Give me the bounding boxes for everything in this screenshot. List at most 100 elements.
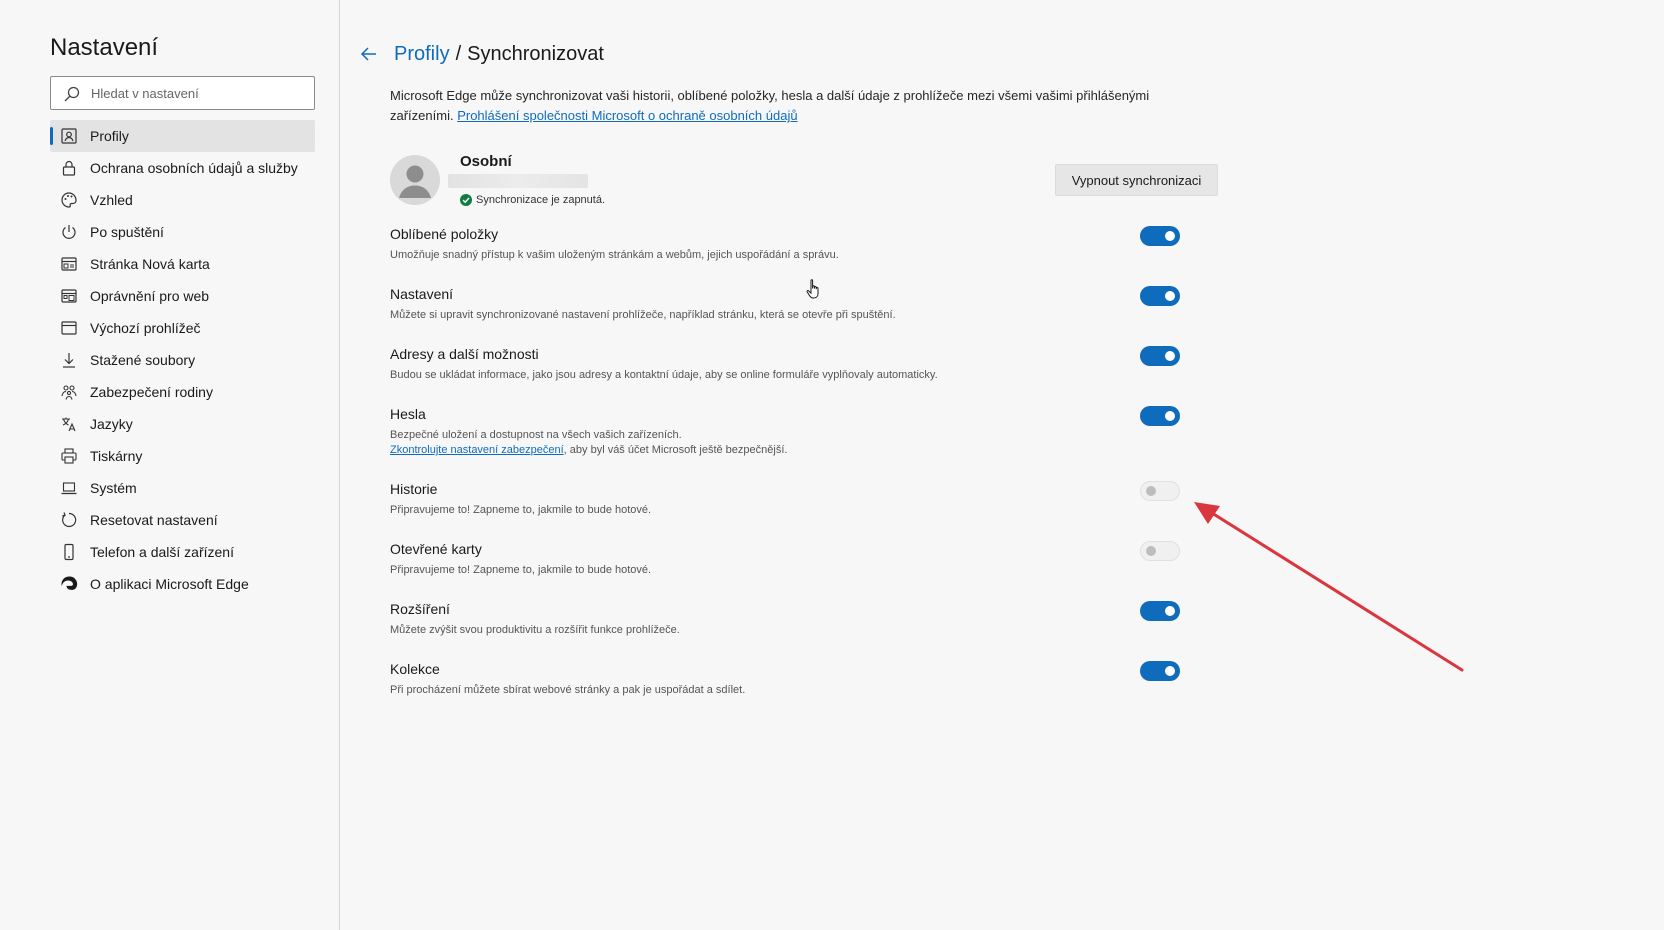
sync-item-history: Historie Připravujeme to! Zapneme to, ja… bbox=[390, 481, 1180, 541]
edge-icon bbox=[60, 575, 78, 593]
sidebar-item-label: Stránka Nová karta bbox=[90, 256, 210, 272]
privacy-statement-link[interactable]: Prohlášení společnosti Microsoft o ochra… bbox=[457, 108, 797, 123]
toggle-addresses[interactable] bbox=[1140, 346, 1180, 366]
search-icon bbox=[64, 86, 80, 102]
check-circle-icon bbox=[460, 194, 472, 206]
sidebar-title: Nastavení bbox=[50, 34, 159, 61]
toggle-history[interactable] bbox=[1140, 481, 1180, 501]
sync-item-extensions: Rozšíření Můžete zvýšit svou produktivit… bbox=[390, 601, 1180, 661]
sidebar-item-label: Profily bbox=[90, 128, 129, 144]
breadcrumb-separator: / bbox=[455, 42, 462, 65]
breadcrumb-link-profiles[interactable]: Profily bbox=[394, 43, 450, 66]
sync-item-settings: Nastavení Můžete si upravit synchronizov… bbox=[390, 286, 1180, 346]
sync-item-title: Historie bbox=[390, 481, 438, 497]
sync-item-title: Adresy a další možnosti bbox=[390, 346, 539, 362]
hand-cursor-icon bbox=[806, 279, 819, 299]
sidebar-item-profiles[interactable]: Profily bbox=[50, 120, 315, 152]
toggle-passwords[interactable] bbox=[1140, 406, 1180, 426]
security-settings-link[interactable]: Zkontrolujte nastavení zabezpečení bbox=[390, 444, 564, 456]
toggle-settings[interactable] bbox=[1140, 286, 1180, 306]
sync-item-title: Rozšíření bbox=[390, 601, 450, 617]
main-content: Profily / Synchronizovat Microsoft Edge … bbox=[340, 0, 1664, 930]
sync-item-desc: Připravujeme to! Zapneme to, jakmile to … bbox=[390, 504, 652, 516]
sidebar-item-phone[interactable]: Telefon a další zařízení bbox=[50, 536, 315, 568]
sidebar-item-label: Vzhled bbox=[90, 192, 133, 208]
redacted-email bbox=[448, 174, 588, 188]
annotation-arrow bbox=[1194, 502, 1464, 672]
family-icon bbox=[60, 383, 78, 401]
sidebar-item-family-safety[interactable]: Zabezpečení rodiny bbox=[50, 376, 315, 408]
sidebar-item-label: Jazyky bbox=[90, 416, 133, 432]
sidebar-item-languages[interactable]: Jazyky bbox=[50, 408, 315, 440]
sidebar-item-label: Systém bbox=[90, 480, 137, 496]
sync-item-desc: Připravujeme to! Zapneme to, jakmile to … bbox=[390, 564, 652, 576]
sidebar-item-privacy[interactable]: Ochrana osobních údajů a služby bbox=[50, 152, 315, 184]
sidebar-item-label: O aplikaci Microsoft Edge bbox=[90, 576, 249, 592]
sync-item-desc-text-2: , aby byl váš účet Microsoft ještě bezpe… bbox=[563, 444, 788, 456]
sidebar-item-label: Resetovat nastavení bbox=[90, 512, 218, 528]
lock-icon bbox=[60, 159, 78, 177]
reset-icon bbox=[60, 511, 78, 529]
sidebar-item-default-browser[interactable]: Výchozí prohlížeč bbox=[50, 312, 315, 344]
sidebar-item-system[interactable]: Systém bbox=[50, 472, 315, 504]
sidebar-item-printers[interactable]: Tiskárny bbox=[50, 440, 315, 472]
sync-item-addresses: Adresy a další možnosti Budou se ukládat… bbox=[390, 346, 1180, 406]
sync-item-desc: Budou se ukládat informace, jako jsou ad… bbox=[390, 369, 938, 381]
sidebar-item-label: Stažené soubory bbox=[90, 352, 196, 368]
download-icon bbox=[60, 351, 78, 369]
sidebar-item-site-permissions[interactable]: Oprávnění pro web bbox=[50, 280, 315, 312]
sidebar-item-label: Telefon a další zařízení bbox=[90, 544, 234, 560]
toggle-extensions[interactable] bbox=[1140, 601, 1180, 621]
profile-icon bbox=[60, 127, 78, 145]
sync-options-list: Oblíbené položky Umožňuje snadný přístup… bbox=[390, 226, 1180, 721]
sidebar-item-label: Tiskárny bbox=[90, 448, 143, 464]
search-box[interactable] bbox=[50, 76, 315, 110]
sidebar-nav: Profily Ochrana osobních údajů a služby … bbox=[50, 120, 315, 600]
sidebar-item-about[interactable]: O aplikaci Microsoft Edge bbox=[50, 568, 315, 600]
sidebar: Nastavení Profily Ochrana osobních údajů… bbox=[0, 0, 340, 930]
sync-item-title: Oblíbené položky bbox=[390, 226, 499, 242]
breadcrumb: Profily / Synchronizovat bbox=[358, 40, 604, 68]
sync-item-favorites: Oblíbené položky Umožňuje snadný přístup… bbox=[390, 226, 1180, 286]
newtab-icon bbox=[60, 255, 78, 273]
toggle-collections[interactable] bbox=[1140, 661, 1180, 681]
back-arrow-icon[interactable] bbox=[358, 43, 380, 65]
palette-icon bbox=[60, 191, 78, 209]
sync-item-title: Hesla bbox=[390, 406, 426, 422]
sidebar-item-new-tab[interactable]: Stránka Nová karta bbox=[50, 248, 315, 280]
site-permissions-icon bbox=[60, 287, 78, 305]
sync-item-desc: Bezpečné uložení a dostupnost na všech v… bbox=[390, 428, 1090, 458]
sync-item-passwords: Hesla Bezpečné uložení a dostupnost na v… bbox=[390, 406, 1180, 481]
toggle-open-tabs[interactable] bbox=[1140, 541, 1180, 561]
settings-window: Nastavení Profily Ochrana osobních údajů… bbox=[0, 0, 1664, 930]
sync-item-title: Otevřené karty bbox=[390, 541, 482, 557]
sync-item-desc: Můžete si upravit synchronizované nastav… bbox=[390, 309, 896, 321]
language-icon bbox=[60, 415, 78, 433]
sidebar-item-appearance[interactable]: Vzhled bbox=[50, 184, 315, 216]
sync-item-desc: Umožňuje snadný přístup k vašim uloženým… bbox=[390, 249, 839, 261]
search-input[interactable] bbox=[91, 83, 306, 103]
laptop-icon bbox=[60, 479, 78, 497]
toggle-favorites[interactable] bbox=[1140, 226, 1180, 246]
sync-item-desc: Můžete zvýšit svou produktivitu a rozšíř… bbox=[390, 624, 680, 636]
sync-item-title: Kolekce bbox=[390, 661, 440, 677]
sidebar-item-label: Výchozí prohlížeč bbox=[90, 320, 201, 336]
sidebar-item-downloads[interactable]: Stažené soubory bbox=[50, 344, 315, 376]
sidebar-item-reset[interactable]: Resetovat nastavení bbox=[50, 504, 315, 536]
sync-status: Synchronizace je zapnutá. bbox=[460, 194, 605, 206]
sidebar-item-label: Ochrana osobních údajů a služby bbox=[90, 160, 298, 176]
sync-item-collections: Kolekce Při procházení můžete sbírat web… bbox=[390, 661, 1180, 721]
sidebar-item-label: Oprávnění pro web bbox=[90, 288, 210, 304]
turn-off-sync-button[interactable]: Vypnout synchronizaci bbox=[1055, 164, 1218, 196]
profile-name: Osobní bbox=[460, 153, 512, 170]
sync-status-text: Synchronizace je zapnutá. bbox=[476, 194, 606, 206]
sync-item-desc-text: Bezpečné uložení a dostupnost na všech v… bbox=[390, 429, 682, 441]
sync-item-title: Nastavení bbox=[390, 286, 454, 302]
profile-card: Osobní Synchronizace je zapnutá. Vypnout… bbox=[390, 153, 1218, 213]
sync-item-open-tabs: Otevřené karty Připravujeme to! Zapneme … bbox=[390, 541, 1180, 601]
sync-intro: Microsoft Edge může synchronizovat vaši … bbox=[390, 86, 1210, 126]
avatar bbox=[390, 155, 440, 205]
sync-item-desc: Při procházení můžete sbírat webové strá… bbox=[390, 684, 746, 696]
printer-icon bbox=[60, 447, 78, 465]
sidebar-item-startup[interactable]: Po spuštění bbox=[50, 216, 315, 248]
